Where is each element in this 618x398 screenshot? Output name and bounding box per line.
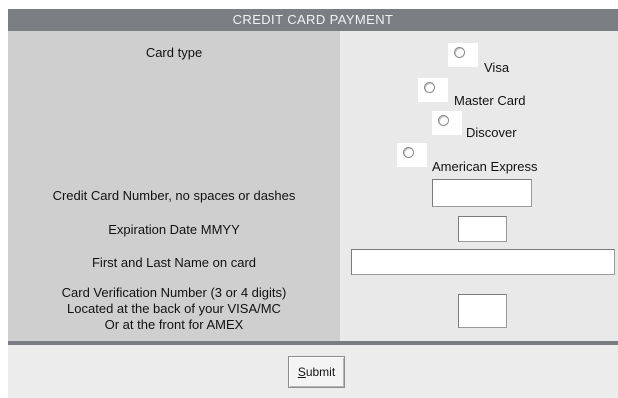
radio-mastercard[interactable] <box>424 82 435 93</box>
cvv-label-line-1: Card Verification Number (3 or 4 digits) <box>61 285 287 300</box>
cvv-input[interactable] <box>458 294 507 328</box>
name-on-card-input[interactable] <box>351 249 615 275</box>
submit-accesskey: S <box>297 365 306 379</box>
cvv-label-line-2: Located at the back of your VISA/MC <box>67 301 281 316</box>
radio-amex-wrap <box>397 143 427 167</box>
radio-visa-label: Visa <box>484 60 510 75</box>
expiration-label: Expiration Date MMYY <box>108 222 240 237</box>
radio-discover-label: Discover <box>466 125 517 140</box>
radio-discover[interactable] <box>438 115 449 126</box>
card-number-input[interactable] <box>432 179 532 207</box>
expiration-input[interactable] <box>458 216 507 242</box>
radio-mastercard-label: Master Card <box>454 93 526 108</box>
card-type-label: Card type <box>145 45 203 60</box>
radio-mastercard-wrap <box>418 78 448 102</box>
submit-label-rest: ubmit <box>305 365 336 379</box>
cvv-label-line-3: Or at the front for AMEX <box>104 317 244 332</box>
name-label: First and Last Name on card <box>91 255 257 270</box>
radio-amex-label: American Express <box>432 159 538 174</box>
radio-discover-wrap <box>432 111 462 135</box>
radio-visa-wrap <box>448 43 478 67</box>
form-title: CREDIT CARD PAYMENT <box>8 9 618 31</box>
submit-button[interactable]: Submit <box>288 356 345 388</box>
radio-amex[interactable] <box>403 147 414 158</box>
radio-visa[interactable] <box>454 47 465 58</box>
card-number-label: Credit Card Number, no spaces or dashes <box>52 188 296 203</box>
